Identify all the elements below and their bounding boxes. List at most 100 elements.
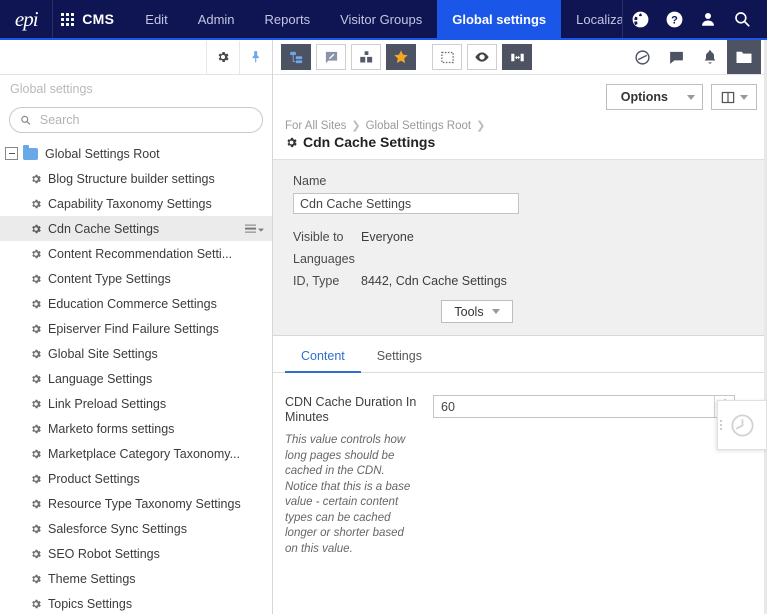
- options-bar: Options: [273, 75, 767, 119]
- clock-disabled-icon: [729, 412, 756, 439]
- cdn-cache-duration-input[interactable]: [434, 396, 714, 417]
- collapse-icon[interactable]: [5, 147, 18, 160]
- tab-content[interactable]: Content: [285, 349, 361, 372]
- tree-item-topics-settings[interactable]: Topics Settings: [0, 591, 272, 614]
- tree-item-capability-taxonomy-settings[interactable]: Capability Taxonomy Settings: [0, 191, 272, 216]
- floating-status-widget[interactable]: [717, 400, 767, 450]
- nav-item-localization[interactable]: Localizati: [561, 0, 622, 38]
- episerver-logo[interactable]: epi: [0, 0, 53, 38]
- tree-item-marketplace-category-taxonomy[interactable]: Marketplace Category Taxonomy...: [0, 441, 272, 466]
- breadcrumb-separator: ❯: [476, 119, 485, 132]
- tree-item-label: Capability Taxonomy Settings: [48, 197, 212, 211]
- nav-item-reports[interactable]: Reports: [250, 0, 326, 38]
- gear-icon: [30, 473, 42, 485]
- languages-label: Languages: [293, 252, 361, 266]
- gear-icon: [30, 248, 42, 260]
- globe-icon[interactable]: [623, 0, 657, 38]
- help-icon[interactable]: ?: [657, 0, 691, 38]
- tree-item-label: Resource Type Taxonomy Settings: [48, 497, 241, 511]
- pin-icon[interactable]: [239, 41, 272, 74]
- gear-icon: [30, 573, 42, 585]
- tree-item-label: Education Commerce Settings: [48, 297, 217, 311]
- gear-icon: [30, 598, 42, 610]
- tree-item-label: Cdn Cache Settings: [48, 222, 159, 236]
- tree-item-link-preload-settings[interactable]: Link Preload Settings: [0, 391, 272, 416]
- gear-icon[interactable]: [206, 41, 239, 74]
- main-layout: Global settings Global Settings Root: [0, 40, 767, 614]
- gear-icon: [30, 548, 42, 560]
- tree-item-resource-type-taxonomy-settings[interactable]: Resource Type Taxonomy Settings: [0, 491, 272, 516]
- tree-item-content-recommendation-settings[interactable]: Content Recommendation Setti...: [0, 241, 272, 266]
- folder-icon[interactable]: [727, 40, 761, 74]
- visible-to-row: Visible to Everyone: [273, 226, 767, 248]
- tree-item-content-type-settings[interactable]: Content Type Settings: [0, 266, 272, 291]
- edit-page-icon[interactable]: [316, 44, 346, 70]
- app-switcher-icon[interactable]: [53, 0, 82, 38]
- tree-item-seo-robot-settings[interactable]: SEO Robot Settings: [0, 541, 272, 566]
- tree-item-product-settings[interactable]: Product Settings: [0, 466, 272, 491]
- options-button-label: Options: [607, 90, 680, 104]
- blocks-icon[interactable]: [351, 44, 381, 70]
- page-title: Cdn Cache Settings: [285, 134, 767, 150]
- tree-item-label: Topics Settings: [48, 597, 132, 611]
- property-form: CDN Cache Duration In Minutes This value…: [273, 373, 767, 614]
- tools-button[interactable]: Tools: [441, 300, 513, 323]
- tree-item-marketo-forms-settings[interactable]: Marketo forms settings: [0, 416, 272, 441]
- notification-bell-icon[interactable]: [693, 40, 727, 74]
- nav-item-edit[interactable]: Edit: [130, 0, 182, 38]
- search-box[interactable]: [9, 107, 263, 133]
- search-input[interactable]: [38, 112, 252, 128]
- favorites-star-icon[interactable]: [386, 44, 416, 70]
- main-content-area: Options For All Sites ❯ Global Settings …: [273, 40, 767, 614]
- visible-to-value: Everyone: [361, 230, 414, 244]
- settings-tree: Global Settings Root Blog Structure buil…: [0, 141, 272, 614]
- breadcrumb-separator: ❯: [351, 119, 360, 132]
- cdn-cache-duration-label: CDN Cache Duration In Minutes: [285, 395, 433, 425]
- no-access-icon[interactable]: [625, 40, 659, 74]
- cdn-cache-duration-stepper[interactable]: [433, 395, 735, 418]
- tree-item-label: SEO Robot Settings: [48, 547, 160, 561]
- gear-icon: [30, 348, 42, 360]
- preview-eye-icon[interactable]: [467, 44, 497, 70]
- nav-item-global-settings[interactable]: Global settings: [437, 0, 561, 38]
- search-icon[interactable]: [725, 0, 759, 38]
- tree-item-theme-settings[interactable]: Theme Settings: [0, 566, 272, 591]
- tree-item-cdn-cache-settings[interactable]: Cdn Cache Settings: [0, 216, 272, 241]
- comment-icon[interactable]: [659, 40, 693, 74]
- dotted-box-icon[interactable]: [432, 44, 462, 70]
- gear-icon: [30, 498, 42, 510]
- options-button[interactable]: Options: [606, 84, 703, 110]
- gear-icon: [30, 173, 42, 185]
- search-icon: [20, 114, 31, 126]
- content-tabs: Content Settings: [273, 336, 767, 373]
- gear-icon: [30, 273, 42, 285]
- visible-to-label: Visible to: [293, 230, 361, 244]
- tree-item-label: Product Settings: [48, 472, 140, 486]
- tree-item-label: Language Settings: [48, 372, 152, 386]
- id-type-label: ID, Type: [293, 274, 361, 288]
- tab-settings[interactable]: Settings: [361, 349, 438, 372]
- breadcrumb-item-for-all-sites[interactable]: For All Sites: [285, 120, 346, 132]
- breadcrumb-area: For All Sites ❯ Global Settings Root ❯ C…: [273, 119, 767, 159]
- gear-icon: [30, 198, 42, 210]
- tree-item-global-site-settings[interactable]: Global Site Settings: [0, 341, 272, 366]
- drag-handle-icon[interactable]: [720, 420, 722, 430]
- context-menu-icon[interactable]: [245, 224, 264, 233]
- page-title-text: Cdn Cache Settings: [303, 134, 435, 150]
- tree-item-language-settings[interactable]: Language Settings: [0, 366, 272, 391]
- nav-item-admin[interactable]: Admin: [183, 0, 250, 38]
- tree-item-education-commerce-settings[interactable]: Education Commerce Settings: [0, 291, 272, 316]
- tree-view-icon[interactable]: [281, 44, 311, 70]
- tree-item-blog-structure-builder-settings[interactable]: Blog Structure builder settings: [0, 166, 272, 191]
- user-icon[interactable]: [691, 0, 725, 38]
- nav-item-visitor-groups[interactable]: Visitor Groups: [325, 0, 437, 38]
- tree-item-salesforce-sync-settings[interactable]: Salesforce Sync Settings: [0, 516, 272, 541]
- split-view-button[interactable]: [711, 84, 757, 110]
- tree-root-global-settings-root[interactable]: Global Settings Root: [0, 141, 272, 166]
- cdn-cache-duration-help: This value controls how long pages shoul…: [285, 433, 417, 557]
- breadcrumb: For All Sites ❯ Global Settings Root ❯: [285, 119, 767, 132]
- breadcrumb-item-global-settings-root[interactable]: Global Settings Root: [366, 120, 471, 132]
- name-field[interactable]: [293, 193, 519, 214]
- tree-item-episerver-find-failure-settings[interactable]: Episerver Find Failure Settings: [0, 316, 272, 341]
- toggle-panel-icon[interactable]: [502, 44, 532, 70]
